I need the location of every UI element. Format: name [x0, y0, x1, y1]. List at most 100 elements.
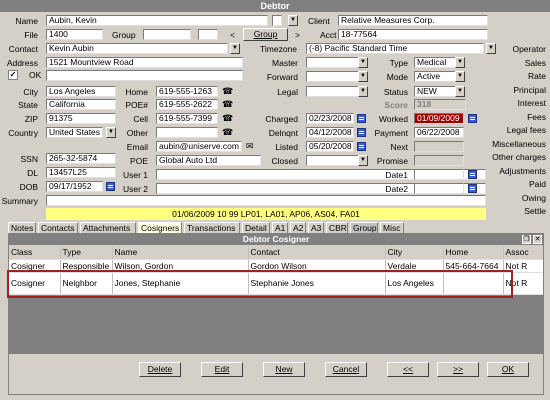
- status-dropdown[interactable]: ▼: [455, 86, 465, 97]
- legal-field[interactable]: [306, 86, 360, 97]
- address2-field[interactable]: [46, 70, 243, 81]
- tab-a2[interactable]: A2: [290, 222, 306, 233]
- phone-icon[interactable]: ☎: [222, 127, 233, 137]
- file-field[interactable]: 1400: [46, 29, 103, 40]
- charged-field[interactable]: 02/23/2008: [306, 113, 354, 124]
- ok-button-label: OK: [501, 364, 515, 374]
- type-dropdown[interactable]: ▼: [455, 57, 465, 68]
- master-field[interactable]: [306, 57, 360, 68]
- previous-button[interactable]: <<: [387, 362, 429, 377]
- tab-cbr[interactable]: CBR: [326, 222, 348, 233]
- promise-label: Promise: [376, 156, 408, 166]
- tab-group[interactable]: Group: [350, 222, 378, 233]
- group-next-button[interactable]: >: [295, 30, 300, 41]
- group-field[interactable]: [143, 29, 191, 40]
- tab-contacts[interactable]: Contacts: [38, 222, 78, 233]
- closed-field[interactable]: [306, 155, 360, 166]
- edit-button[interactable]: Edit: [201, 362, 243, 377]
- next-button[interactable]: >>: [437, 362, 479, 377]
- contact-field[interactable]: Kevin Aubin: [46, 43, 228, 54]
- name-extra-field[interactable]: [272, 15, 282, 26]
- name-field[interactable]: Aubin, Kevin: [46, 15, 268, 26]
- zip-field[interactable]: 91375: [46, 113, 116, 124]
- column-header[interactable]: Home: [443, 246, 504, 260]
- column-header[interactable]: Class: [9, 246, 61, 260]
- column-header[interactable]: Contact: [248, 246, 386, 260]
- name-dropdown[interactable]: ▼: [288, 15, 298, 26]
- phone-icon[interactable]: ☎: [222, 99, 233, 109]
- status-field[interactable]: NEW: [414, 86, 456, 97]
- address-label: Address: [6, 58, 38, 68]
- summary-field[interactable]: [46, 195, 486, 206]
- client-field[interactable]: Relative Measures Corp.: [338, 15, 488, 26]
- tab-detail[interactable]: Detail: [242, 222, 270, 233]
- column-header[interactable]: City: [385, 246, 444, 260]
- city-field[interactable]: Los Angeles: [46, 86, 116, 97]
- close-icon[interactable]: ✕: [533, 235, 542, 244]
- timezone-dropdown[interactable]: ▼: [486, 43, 496, 54]
- email-field[interactable]: aubin@uniserve.com: [156, 141, 242, 152]
- dl-field[interactable]: 13457L25: [46, 167, 116, 178]
- ssn-field[interactable]: 265-32-5874: [46, 153, 116, 164]
- other-label: Other: [126, 128, 148, 138]
- delete-button[interactable]: Delete: [139, 362, 181, 377]
- column-header[interactable]: Type: [60, 246, 113, 260]
- ok-button[interactable]: OK: [487, 362, 529, 377]
- calendar-icon[interactable]: [468, 184, 477, 193]
- country-field[interactable]: United States: [46, 127, 103, 138]
- phone-icon[interactable]: ☎: [222, 113, 233, 123]
- restore-icon[interactable]: ❐: [522, 235, 531, 244]
- tab-transactions[interactable]: Transactions: [184, 222, 240, 233]
- state-field[interactable]: California: [46, 99, 116, 110]
- cell-field[interactable]: 619-555-7399: [156, 113, 218, 124]
- tab-a1[interactable]: A1: [272, 222, 288, 233]
- tab-cosigners[interactable]: Cosigners: [138, 222, 182, 233]
- financial-label: Other charges: [492, 152, 546, 162]
- email-label: Email: [126, 142, 148, 152]
- poe-phone-field[interactable]: 619-555-2622: [156, 99, 218, 110]
- cancel-button[interactable]: Cancel: [325, 362, 367, 377]
- selection-highlight: [7, 270, 513, 298]
- other-field[interactable]: [156, 127, 218, 138]
- new-button[interactable]: New: [263, 362, 305, 377]
- delnqnt-field[interactable]: 04/12/2008: [306, 127, 354, 138]
- type-field[interactable]: Medical: [414, 57, 456, 68]
- date2-field[interactable]: [414, 183, 464, 194]
- timezone-field[interactable]: (-8) Pacific Standard Time: [306, 43, 484, 54]
- mode-field[interactable]: Active: [414, 71, 456, 82]
- forward-field[interactable]: [306, 71, 360, 82]
- column-header[interactable]: Name: [112, 246, 249, 260]
- calendar-icon[interactable]: [468, 114, 477, 123]
- group-code-field[interactable]: [198, 29, 218, 40]
- tab-misc[interactable]: Misc: [380, 222, 404, 233]
- group-button[interactable]: Group: [243, 28, 288, 41]
- cosigner-list[interactable]: Class Type Name Contact City Home Assoc Cosign…: [9, 246, 543, 354]
- mode-dropdown[interactable]: ▼: [455, 71, 465, 82]
- legal-label: Legal: [277, 87, 298, 97]
- address-field[interactable]: 1521 Mountview Road: [46, 57, 243, 68]
- column-header[interactable]: Assoc: [503, 246, 543, 260]
- poe-field[interactable]: Global Auto Ltd: [156, 155, 261, 166]
- home-field[interactable]: 619-555-1263: [156, 86, 218, 97]
- score-field: 318: [414, 99, 466, 110]
- name-label: Name: [15, 16, 38, 26]
- dob-field[interactable]: 09/17/1952: [46, 181, 103, 192]
- date1-field[interactable]: [414, 169, 464, 180]
- type-label: Type: [389, 58, 408, 68]
- group-prev-button[interactable]: <: [230, 30, 235, 41]
- tab-attachments[interactable]: Attachments: [80, 222, 136, 233]
- listed-field[interactable]: 05/20/2008: [306, 141, 354, 152]
- listed-label: Listed: [275, 142, 298, 152]
- tab-a3[interactable]: A3: [308, 222, 324, 233]
- contact-dropdown[interactable]: ▼: [230, 43, 240, 54]
- payment-field[interactable]: 06/22/2008: [414, 127, 464, 138]
- phone-icon[interactable]: ☎: [222, 86, 233, 96]
- edit-button-label: Edit: [214, 364, 230, 374]
- worked-field[interactable]: 01/09/2009: [414, 113, 464, 124]
- acct-field[interactable]: 18-77564: [338, 29, 488, 40]
- timezone-label: Timezone: [260, 44, 298, 54]
- calendar-icon[interactable]: [468, 170, 477, 179]
- group-button-label: Group: [253, 29, 278, 39]
- ok-checkbox[interactable]: ✓: [8, 70, 18, 80]
- tab-notes[interactable]: Notes: [8, 222, 36, 233]
